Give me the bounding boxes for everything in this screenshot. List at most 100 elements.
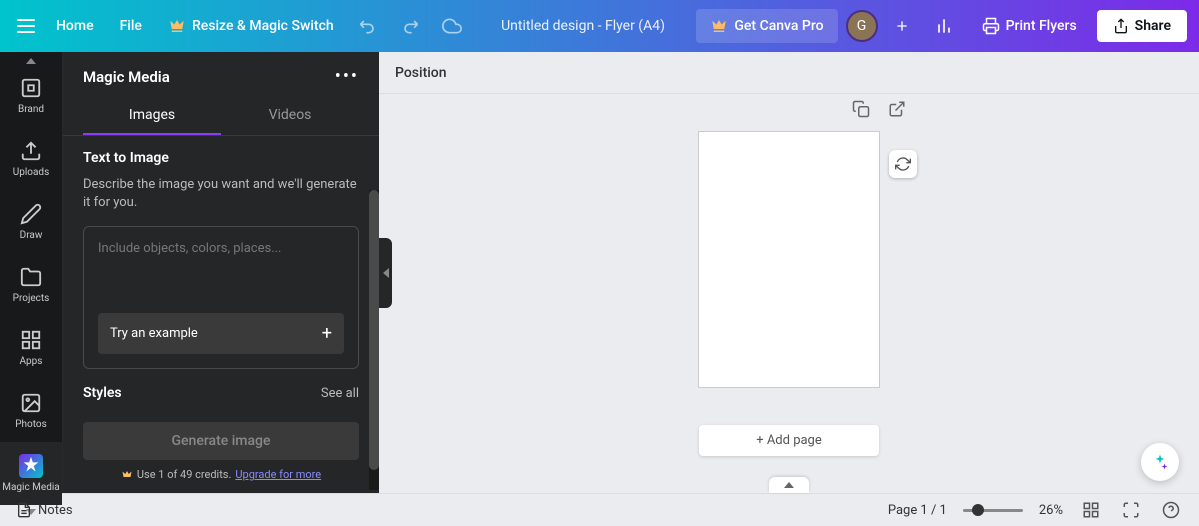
tab-videos[interactable]: Videos <box>221 97 359 135</box>
add-page-button[interactable]: + Add page <box>699 425 879 456</box>
redo-icon <box>400 16 420 36</box>
left-sidebar: Brand Uploads Draw Projects Apps Photos … <box>0 52 63 493</box>
share-button[interactable]: Share <box>1097 10 1187 42</box>
canvas-area: Position + Add page <box>379 52 1199 493</box>
add-member-button[interactable] <box>886 10 918 42</box>
grid-icon <box>1082 501 1100 519</box>
chevron-left-icon <box>383 268 389 278</box>
undo-button[interactable] <box>350 8 386 44</box>
panel-scrollbar[interactable] <box>369 190 379 490</box>
panel-collapse-button[interactable] <box>379 238 392 308</box>
chevron-up-icon <box>784 482 794 488</box>
cloud-icon <box>442 16 462 36</box>
home-link[interactable]: Home <box>46 12 104 40</box>
sidebar-label: Uploads <box>13 167 49 178</box>
panel-more-button[interactable]: ••• <box>335 66 359 87</box>
help-button[interactable] <box>1159 498 1183 522</box>
external-icon <box>888 100 906 118</box>
resize-label: Resize & Magic Switch <box>192 18 334 34</box>
tab-images[interactable]: Images <box>83 97 221 135</box>
try-example-label: Try an example <box>110 326 198 341</box>
brand-icon <box>19 76 43 100</box>
canvas-viewport[interactable]: + Add page <box>379 94 1199 493</box>
bottom-bar: Notes Page 1 / 1 26% <box>0 493 1199 526</box>
crown-icon <box>710 17 728 35</box>
sidebar-item-draw[interactable]: Draw <box>0 190 62 253</box>
photos-icon <box>19 391 43 415</box>
prompt-input[interactable] <box>98 241 344 295</box>
share-icon <box>1113 18 1129 34</box>
page-list-expand[interactable] <box>769 477 809 493</box>
apps-icon <box>19 328 43 352</box>
uploads-icon <box>19 139 43 163</box>
design-page[interactable] <box>699 132 879 387</box>
magic-media-icon <box>19 454 43 478</box>
credits-text: Use 1 of 49 credits. <box>137 468 231 481</box>
design-title[interactable]: Untitled design - Flyer (A4) <box>501 18 665 34</box>
text-to-image-heading: Text to Image <box>83 150 359 166</box>
fullscreen-icon <box>1122 501 1140 519</box>
sidebar-item-projects[interactable]: Projects <box>0 253 62 316</box>
sidebar-item-photos[interactable]: Photos <box>0 379 62 442</box>
get-canva-pro-button[interactable]: Get Canva Pro <box>696 9 837 43</box>
magic-media-panel: Magic Media ••• Images Videos Text to Im… <box>63 52 379 493</box>
duplicate-page-button[interactable] <box>849 97 873 121</box>
sidebar-label: Photos <box>15 419 47 430</box>
sidebar-item-uploads[interactable]: Uploads <box>0 127 62 190</box>
user-avatar[interactable]: G <box>846 10 878 42</box>
zoom-percentage[interactable]: 26% <box>1039 503 1063 518</box>
file-menu[interactable]: File <box>110 12 152 40</box>
refresh-icon <box>895 156 911 172</box>
printer-icon <box>982 17 1000 35</box>
chart-icon <box>934 16 954 36</box>
try-example-button[interactable]: Try an example + <box>98 313 344 354</box>
notes-icon <box>16 502 32 518</box>
sidebar-label: Brand <box>18 104 44 115</box>
resize-magic-switch-button[interactable]: Resize & Magic Switch <box>158 11 344 41</box>
section-description: Describe the image you want and we'll ge… <box>83 176 359 212</box>
projects-icon <box>19 265 43 289</box>
notes-button[interactable]: Notes <box>16 502 73 518</box>
upgrade-link[interactable]: Upgrade for more <box>235 468 321 481</box>
position-button[interactable]: Position <box>395 65 447 81</box>
crown-icon <box>168 17 186 35</box>
redo-button[interactable] <box>392 8 428 44</box>
crown-icon <box>121 469 133 481</box>
sidebar-item-brand[interactable]: Brand <box>0 64 62 127</box>
draw-icon <box>19 202 43 226</box>
fullscreen-button[interactable] <box>1119 498 1143 522</box>
sidebar-label: Draw <box>20 230 43 241</box>
sidebar-label: Apps <box>20 356 43 367</box>
page-options-button[interactable] <box>885 97 909 121</box>
plus-icon: + <box>322 323 332 344</box>
refresh-button[interactable] <box>889 150 917 178</box>
grid-view-button[interactable] <box>1079 498 1103 522</box>
see-all-styles-link[interactable]: See all <box>321 386 359 401</box>
sidebar-label: Magic Media <box>2 482 59 493</box>
top-header: Home File Resize & Magic Switch Untitled… <box>0 0 1199 52</box>
help-icon <box>1162 501 1180 519</box>
copy-icon <box>852 100 870 118</box>
magic-fab-button[interactable] <box>1141 443 1179 481</box>
page-counter[interactable]: Page 1 / 1 <box>888 503 947 518</box>
share-label: Share <box>1135 18 1171 34</box>
main-menu-button[interactable] <box>12 12 40 40</box>
get-pro-label: Get Canva Pro <box>734 18 823 34</box>
styles-heading: Styles <box>83 385 122 401</box>
analytics-button[interactable] <box>926 8 962 44</box>
generate-image-button[interactable]: Generate image <box>83 422 359 460</box>
sidebar-label: Projects <box>13 293 50 304</box>
zoom-slider[interactable] <box>963 509 1023 512</box>
sparkle-icon <box>1151 453 1169 471</box>
undo-icon <box>358 16 378 36</box>
sidebar-item-apps[interactable]: Apps <box>0 316 62 379</box>
notes-label: Notes <box>38 503 73 518</box>
hamburger-icon <box>17 19 35 33</box>
panel-title: Magic Media <box>83 68 170 86</box>
print-label: Print Flyers <box>1006 18 1077 34</box>
prompt-container: Try an example + <box>83 226 359 369</box>
cloud-sync-button[interactable] <box>434 8 470 44</box>
print-flyers-button[interactable]: Print Flyers <box>970 9 1089 43</box>
plus-icon <box>894 18 910 34</box>
sidebar-item-magic-media[interactable]: Magic Media <box>0 442 62 505</box>
